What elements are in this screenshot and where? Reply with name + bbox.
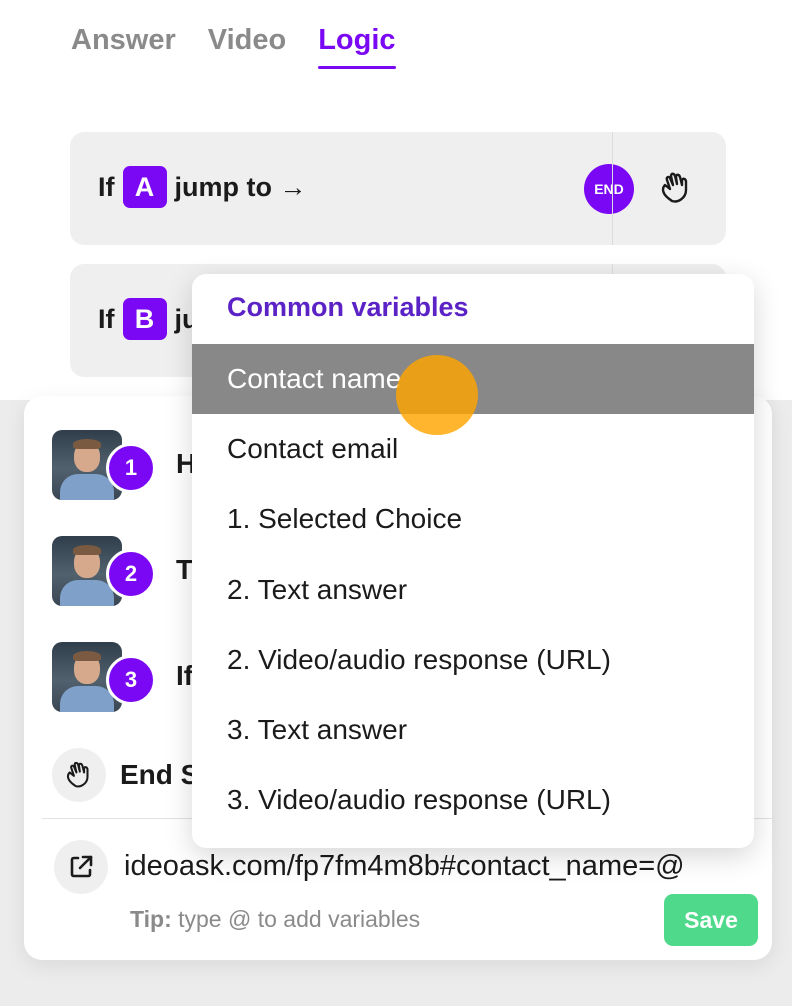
question-item-2[interactable]: 2 T [52,536,193,606]
tip-body: type @ to add variables [178,906,421,932]
tab-answer[interactable]: Answer [71,24,176,69]
external-link-icon [70,855,93,878]
tip-label: Tip: [130,906,172,932]
variable-option-video-response-3[interactable]: 3. Video/audio response (URL) [192,765,754,835]
variables-dropdown: Common variables Contact name Contact em… [192,274,754,848]
end-screen-label: End S [120,759,200,790]
question-item-3[interactable]: 3 If [52,642,193,712]
variable-option-contact-email[interactable]: Contact email [192,414,754,484]
question-title: If [176,660,194,691]
logic-if-label: If [98,303,115,334]
tab-logic[interactable]: Logic [318,24,396,69]
logic-jump-label: jump to → [174,171,307,202]
variable-option-video-response-2[interactable]: 2. Video/audio response (URL) [192,625,754,695]
end-badge[interactable]: END [584,164,634,214]
tab-bar: Answer Video Logic [71,24,396,69]
logic-rule-a: If A jump to → [98,166,306,208]
variable-option-text-answer-2[interactable]: 2. Text answer [192,555,754,625]
divider [612,132,613,245]
question-number-badge: 1 [106,443,156,493]
wave-hand-icon[interactable] [656,168,696,208]
variable-option-contact-name[interactable]: Contact name [192,344,754,414]
logic-rule-b: If B ju [98,298,199,340]
logic-row-a[interactable]: If A jump to → END [70,132,726,245]
dropdown-header: Common variables [227,292,469,322]
wave-hand-icon [66,761,89,788]
tab-video[interactable]: Video [208,24,286,69]
redirect-url-input[interactable] [124,844,764,888]
variable-option-text-answer-3[interactable]: 3. Text answer [192,695,754,765]
end-icon-container [52,748,106,802]
question-title: T [176,554,194,585]
variable-option-selected-choice[interactable]: 1. Selected Choice [192,484,754,554]
logic-if-label: If [98,171,115,202]
tip-text: Tip: type @ to add variables [130,906,420,933]
choice-letter-badge: A [122,166,167,208]
choice-letter-badge: B [122,298,167,340]
question-number-badge: 3 [106,655,156,705]
external-link-button[interactable] [54,840,108,894]
question-number-badge: 2 [106,549,156,599]
end-screen-item[interactable]: End S [52,748,199,802]
save-button[interactable]: Save [664,894,758,946]
question-item-1[interactable]: 1 H [52,430,196,500]
